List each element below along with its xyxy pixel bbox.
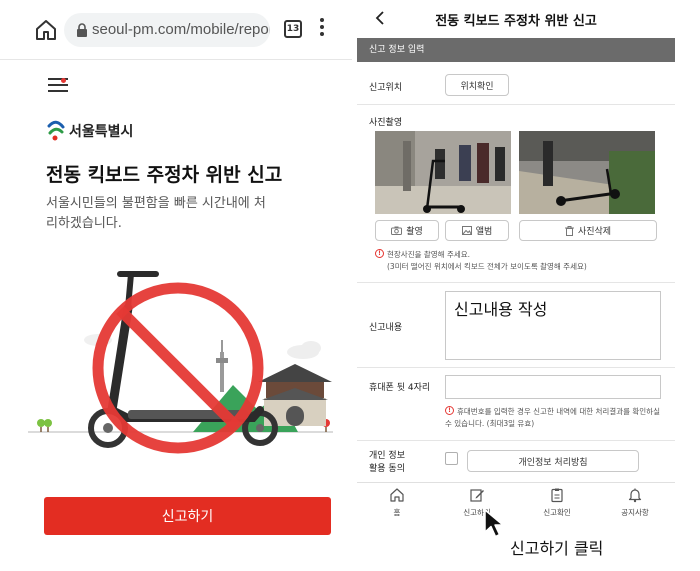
lock-icon [77,23,87,37]
instruction-caption: 신고하기 클릭 [510,539,604,558]
address-bar[interactable]: seoul-pm.com/mobile/report [64,13,270,47]
divider [357,367,675,368]
divider [357,104,675,105]
photo-label: 사진촬영 [369,118,403,128]
content-label: 신고내용 [369,323,403,333]
photo-notice-detail: (3미터 떨어진 위치에서 킥보드 전체가 보이도록 촬영해 주세요) [387,262,587,271]
consent-label: 개인 정보 활용 동의 [369,451,405,474]
seoul-logo-text: 서울특별시 [69,124,134,140]
photo-thumbnail-1[interactable] [375,131,511,214]
camera-button-label: 촬영 [406,227,423,237]
home-icon[interactable] [34,18,58,42]
seoul-logo-mark-icon [47,120,65,141]
edit-icon [470,489,484,502]
report-button[interactable]: 신고하기 [44,497,331,535]
phone-last4-input[interactable] [445,375,661,399]
camera-icon [391,226,403,235]
privacy-policy-button[interactable]: 개인정보 처리방침 [467,450,639,472]
browser-toolbar: seoul-pm.com/mobile/report 13 [0,0,352,60]
notification-dot [61,78,66,83]
nav-home[interactable]: 홈 [367,487,427,527]
bell-icon [628,488,642,503]
nav-home-label: 홈 [393,508,401,517]
consent-checkbox[interactable] [445,452,458,465]
location-label: 신고위치 [369,83,403,93]
content-textarea[interactable]: 신고내용 작성 [445,291,661,360]
photo-notice: ! 현장사진을 촬영해 주세요. (3미터 떨어진 위치에서 킥보드 전체가 보이… [375,249,587,273]
nav-check-label: 신고확인 [543,508,571,517]
home-icon [390,488,404,502]
bottom-navigation: 홈 신고하기 신고확인 공지사항 [357,482,675,530]
phone-notice: ! 휴대번호를 입력한 경우 신고한 내역에 대한 처리결과를 확인하실 수 있습… [445,406,660,428]
info-icon: ! [375,249,384,258]
page-title: 전동 킥보드 주정차 위반 신고 [46,164,283,186]
location-check-button[interactable]: 위치확인 [445,74,509,96]
report-form-title: 전동 킥보드 주정차 위반 신고 [435,14,597,29]
tab-switcher-button[interactable]: 13 [284,20,302,38]
section-header: 신고 정보 입력 [357,38,675,62]
delete-photo-label: 사진삭제 [577,227,612,237]
nav-check[interactable]: 신고확인 [527,487,587,527]
mouse-pointer-icon [484,509,504,538]
divider [357,282,675,283]
nav-notice[interactable]: 공지사항 [605,487,665,527]
info-icon: ! [445,406,454,415]
right-phone-screen: 전동 킥보드 주정차 위반 신고 신고 정보 입력 신고위치 위치확인 사진촬영 [357,0,675,530]
left-phone-screen: seoul-pm.com/mobile/report 13 서울특별시 전동 킥… [0,0,352,571]
page-subtitle: 서울시민들의 불편함을 빠른 시간내에 처리하겠습니다. [46,196,266,231]
content-annotation: 신고내용 작성 [454,300,548,319]
album-button[interactable]: 앨범 [445,220,509,241]
album-button-label: 앨범 [475,227,493,237]
nav-notice-label: 공지사항 [621,508,649,517]
report-form-header: 전동 킥보드 주정차 위반 신고 [357,0,675,38]
trash-icon [564,225,574,236]
delete-photo-button[interactable]: 사진삭제 [519,220,657,241]
clipboard-icon [551,488,563,503]
more-menu-icon[interactable] [320,18,326,40]
url-text: seoul-pm.com/mobile/report [92,21,270,38]
seoul-logo: 서울특별시 [46,119,133,143]
no-scooter-parking-illustration [28,271,333,454]
camera-button[interactable]: 촬영 [375,220,439,241]
photo-thumbnail-2[interactable] [519,131,655,214]
divider [357,440,675,441]
phone-label: 휴대폰 뒷 4자리 [369,383,431,393]
image-icon [461,226,472,235]
